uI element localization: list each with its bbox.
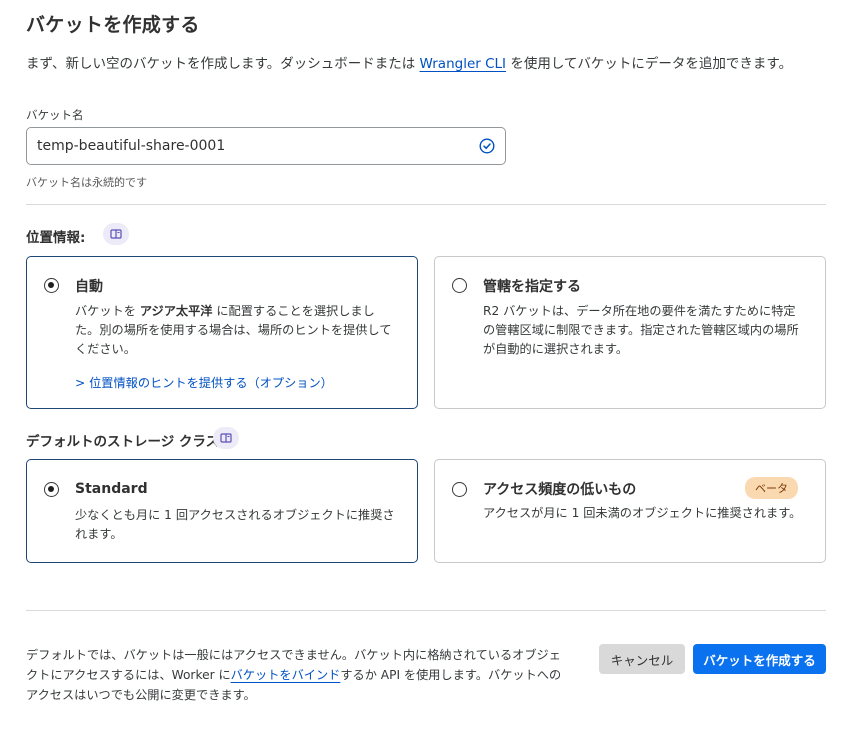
intro-text-before: まず、新しい空のバケットを作成します。ダッシュボードまたは <box>26 56 420 72</box>
storage-class-label: デフォルトのストレージ クラス: <box>26 434 225 450</box>
location-option-auto[interactable]: 自動 バケットを アジア太平洋 に配置することを選択しました。別の場所を使用する… <box>26 256 418 409</box>
location-option-auto-description: バケットを アジア太平洋 に配置することを選択しました。別の場所を使用する場合は… <box>75 302 397 359</box>
intro-text-after: を使用してバケットにデータを追加できます。 <box>506 56 793 72</box>
cancel-button[interactable]: キャンセル <box>599 644 685 674</box>
intro-text: まず、新しい空のバケットを作成します。ダッシュボードまたは Wrangler C… <box>26 52 792 72</box>
location-option-jurisdiction[interactable]: 管轄を指定する R2 バケットは、データ所在地の要件を満たすために特定の管轄区域… <box>434 256 826 409</box>
page-title: バケットを作成する <box>26 14 200 36</box>
book-icon[interactable] <box>213 427 239 449</box>
beta-badge: ベータ <box>745 477 798 499</box>
footer-notice: デフォルトでは、バケットは一般にはアクセスできません。バケット内に格納されている… <box>26 645 566 705</box>
bucket-name-hint: バケット名は永続的です <box>26 176 147 189</box>
bucket-name-label: バケット名 <box>26 108 84 122</box>
location-auto-region: アジア太平洋 <box>139 304 213 318</box>
radio-button[interactable] <box>452 278 467 293</box>
storage-option-standard[interactable]: Standard 少なくとも月に 1 回アクセスされるオブジェクトに推奨されます… <box>26 459 418 563</box>
divider <box>26 204 826 205</box>
storage-option-standard-description: 少なくとも月に 1 回アクセスされるオブジェクトに推奨されます。 <box>75 508 395 541</box>
divider <box>26 610 826 611</box>
radio-button-selected[interactable] <box>44 278 59 293</box>
storage-option-infrequent-description: アクセスが月に 1 回未満のオブジェクトに推奨されます。 <box>483 506 802 520</box>
wrangler-cli-link[interactable]: Wrangler CLI <box>420 56 507 72</box>
create-bucket-button[interactable]: バケットを作成する <box>693 644 826 674</box>
bind-bucket-link[interactable]: バケットをバインド <box>231 668 341 682</box>
storage-option-standard-title: Standard <box>75 481 148 497</box>
storage-option-infrequent-access[interactable]: アクセス頻度の低いもの ベータ アクセスが月に 1 回未満のオブジェクトに推奨さ… <box>434 459 826 563</box>
bucket-name-input[interactable] <box>27 128 467 164</box>
location-label: 位置情報: <box>26 230 86 246</box>
location-option-jurisdiction-title: 管轄を指定する <box>483 279 581 295</box>
check-circle-icon <box>479 138 495 154</box>
bucket-name-field[interactable] <box>26 127 506 165</box>
location-auto-body-prefix: バケットを <box>75 304 140 318</box>
storage-option-infrequent-title: アクセス頻度の低いもの <box>483 482 637 498</box>
radio-button-selected[interactable] <box>44 482 59 497</box>
location-hint-link[interactable]: > 位置情報のヒントを提供する（オプション） <box>75 373 333 391</box>
book-icon[interactable] <box>103 223 129 245</box>
location-option-auto-title: 自動 <box>75 279 103 295</box>
location-option-jurisdiction-description: R2 バケットは、データ所在地の要件を満たすために特定の管轄区域に制限できます。… <box>483 304 799 356</box>
radio-button[interactable] <box>452 482 467 497</box>
